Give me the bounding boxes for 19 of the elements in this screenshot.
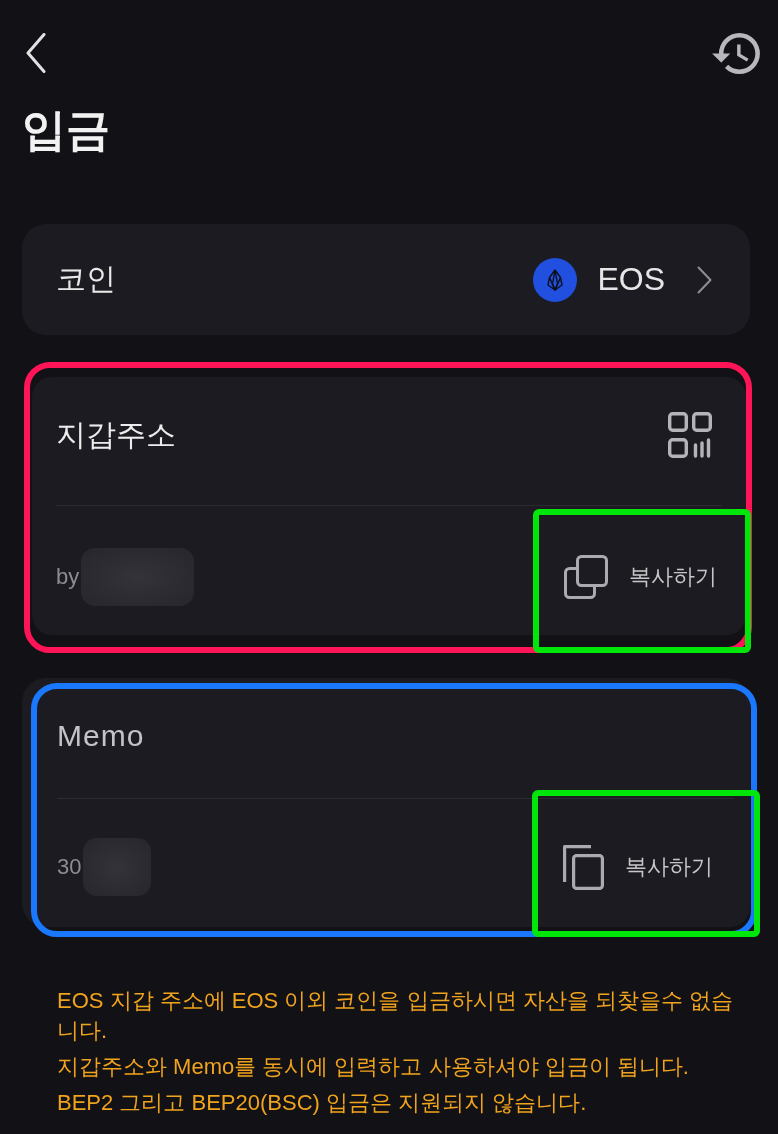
qr-code-icon[interactable]: [668, 412, 712, 458]
blurred-value-block: [83, 838, 152, 896]
notice-text: EOS 지갑 주소에 EOS 이외 코인을 입금하시면 자산을 되찾을수 없습니다.: [57, 987, 734, 1045]
coin-label: 코인: [56, 261, 116, 297]
coin-name: EOS: [597, 261, 665, 298]
back-icon[interactable]: [26, 33, 46, 73]
card-title: Memo: [57, 719, 145, 753]
page-title: 입금: [22, 104, 110, 156]
coin-logo-icon: [533, 257, 578, 302]
chevron-right-icon: [697, 265, 712, 294]
card-title: 지갑주소: [56, 416, 176, 453]
copy-icon: [563, 844, 604, 890]
history-icon[interactable]: [712, 33, 760, 74]
value-text: 30: [57, 854, 82, 880]
value-text: by: [56, 563, 80, 590]
notice-text: 지갑주소와 Memo를 동시에 입력하고 사용하셔야 입금이 됩니다.: [57, 1053, 690, 1081]
copy-icon: [564, 554, 608, 599]
coin-selector[interactable]: 코인 EOS: [22, 224, 750, 335]
notice-text: BEP2 그리고 BEP20(BSC) 입금은 지원되지 않습니다.: [57, 1089, 588, 1117]
